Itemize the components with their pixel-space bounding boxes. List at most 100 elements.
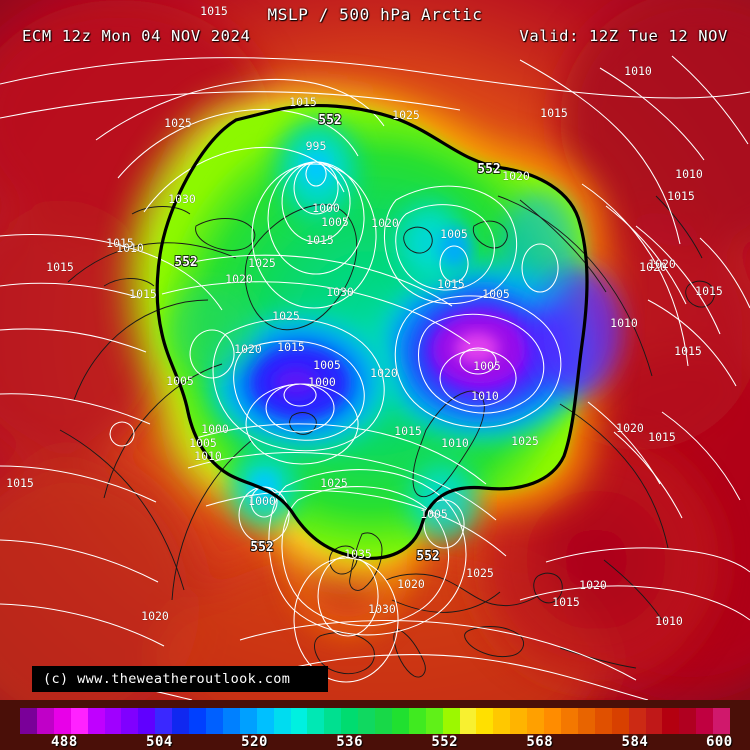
isobar-label: 1020 — [234, 342, 262, 356]
isobar-label: 1010 — [624, 64, 652, 78]
colorbar-swatch — [459, 708, 477, 734]
colorbar-swatch — [577, 708, 595, 734]
colorbar-swatch — [696, 708, 714, 734]
colorbar-swatch — [273, 708, 291, 734]
copyright-banner: (c) www.theweatheroutlook.com — [32, 666, 328, 692]
isobar-label: 1030 — [368, 602, 396, 616]
colorbar-swatch — [375, 708, 392, 734]
isobar-label: 1005 — [420, 507, 448, 521]
isobar-label: 1015 — [289, 95, 317, 109]
isobar-label: 1020 — [225, 272, 253, 286]
thickness-contour-label: 552 — [318, 113, 341, 128]
colorbar-swatch — [189, 708, 206, 734]
isobar-label: 1015 — [306, 233, 334, 247]
isobar-label: 1005 — [321, 215, 349, 229]
isobar-label: 1005 — [166, 374, 194, 388]
isobar-label: 1015 — [674, 344, 702, 358]
colorbar-tick-label: 584 — [621, 734, 649, 750]
colorbar-tick-label: 568 — [526, 734, 554, 750]
copyright-text: (c) www.theweatheroutlook.com — [43, 671, 291, 687]
isobar-label: 1010 — [471, 389, 499, 403]
colorbar-swatch — [510, 708, 528, 734]
isobar-label: 1005 — [440, 227, 468, 241]
isobar-label: 1030 — [168, 192, 196, 206]
thickness-contour-label: 552 — [174, 255, 197, 270]
isobar-label: 1020 — [370, 366, 398, 380]
isobar-label: 1010 — [441, 436, 469, 450]
isobar-label: 1015 — [394, 424, 422, 438]
weather-map[interactable]: 1015 1010 1015 1025 1015 552 1025 995 552 1020 101… — [0, 0, 750, 700]
colorbar-tick-labels: 488 504 520 536 552 568 584 600 — [20, 734, 733, 750]
isobar-label: 1020 — [141, 609, 169, 623]
isobar-label: 1025 — [511, 434, 539, 448]
thickness-contour-label: 552 — [477, 162, 500, 177]
isobar-label: 1030 — [326, 285, 354, 299]
colorbar-swatch — [205, 708, 223, 734]
colorbar-swatch — [155, 708, 173, 734]
isobar-label: 1005 — [482, 287, 510, 301]
colorbar-swatch — [20, 708, 37, 734]
isobar-label: 1025 — [392, 108, 420, 122]
colorbar-swatch — [70, 708, 88, 734]
colorbar-tick-label: 552 — [431, 734, 459, 750]
isobar-label: 1020 — [579, 578, 607, 592]
isobar-label: 1015 — [552, 595, 580, 609]
isobar-label: 1010 — [194, 449, 222, 463]
isobar-label: 1000 — [201, 422, 229, 436]
colorbar-swatch — [645, 708, 663, 734]
colorbar-swatch — [341, 708, 359, 734]
isobar-label: 1025 — [248, 256, 276, 270]
colorbar-swatch — [408, 708, 426, 734]
isobar-label: 1020 — [616, 421, 644, 435]
isobar-label: 1000 — [312, 201, 340, 215]
colorbar-swatch — [442, 708, 460, 734]
colorbar-swatch — [222, 708, 240, 734]
colorbar-swatch — [425, 708, 443, 734]
colorbar-swatch — [104, 708, 122, 734]
isobar-label: 1015 — [648, 430, 676, 444]
isobar-label: 995 — [306, 139, 327, 153]
colorbar-tick-label: 600 — [705, 734, 733, 750]
colorbar-tick-label: 488 — [50, 734, 78, 750]
isobar-label: 1020 — [648, 257, 676, 271]
isobar-label: 1025 — [320, 476, 348, 490]
colorbar-swatch — [679, 708, 697, 734]
colorbar-swatch — [138, 708, 156, 734]
map-field-layer — [0, 0, 750, 700]
colorbar-swatch — [87, 708, 105, 734]
isobar-label: 1015 — [667, 189, 695, 203]
isobar-label: 1015 — [46, 260, 74, 274]
isobar-label: 1005 — [189, 436, 217, 450]
isobar-label: 1005 — [473, 359, 501, 373]
colorbar-swatch — [290, 708, 308, 734]
colorbar-swatch — [594, 708, 612, 734]
colorbar-tick-label: 520 — [241, 734, 268, 750]
isobar-label: 1000 — [308, 375, 336, 389]
isobar-label: 1020 — [371, 216, 399, 230]
isobar-label: 1015 — [540, 106, 568, 120]
colorbar-tick-label: 504 — [146, 734, 173, 750]
colorbar-swatch — [662, 708, 680, 734]
colorbar-swatch — [713, 708, 731, 734]
isobar-label: 1000 — [248, 494, 276, 508]
isobar-label: 1010 — [655, 614, 683, 628]
colorbar-swatch — [324, 708, 342, 734]
height-colorbar[interactable] — [20, 708, 731, 734]
isobar-label: 1015 — [437, 277, 465, 291]
thickness-contour-label: 552 — [250, 540, 273, 555]
colorbar-swatch — [391, 708, 409, 734]
isobar-label: 1035 — [344, 547, 372, 561]
colorbar-swatch — [53, 708, 71, 734]
colorbar-swatch — [239, 708, 257, 734]
colorbar-swatch — [36, 708, 54, 734]
isobar-label: 1015 — [6, 476, 34, 490]
colorbar-swatch — [561, 708, 578, 734]
isobar-label: 1025 — [466, 566, 494, 580]
colorbar-swatch — [358, 708, 376, 734]
isobar-label: 1020 — [397, 577, 425, 591]
colorbar-swatch — [544, 708, 561, 734]
isobar-label: 1015 — [695, 284, 723, 298]
colorbar-swatch — [527, 708, 545, 734]
isobar-label: 1015 — [129, 287, 157, 301]
colorbar-panel: 488 504 520 536 552 568 584 600 — [0, 700, 750, 750]
